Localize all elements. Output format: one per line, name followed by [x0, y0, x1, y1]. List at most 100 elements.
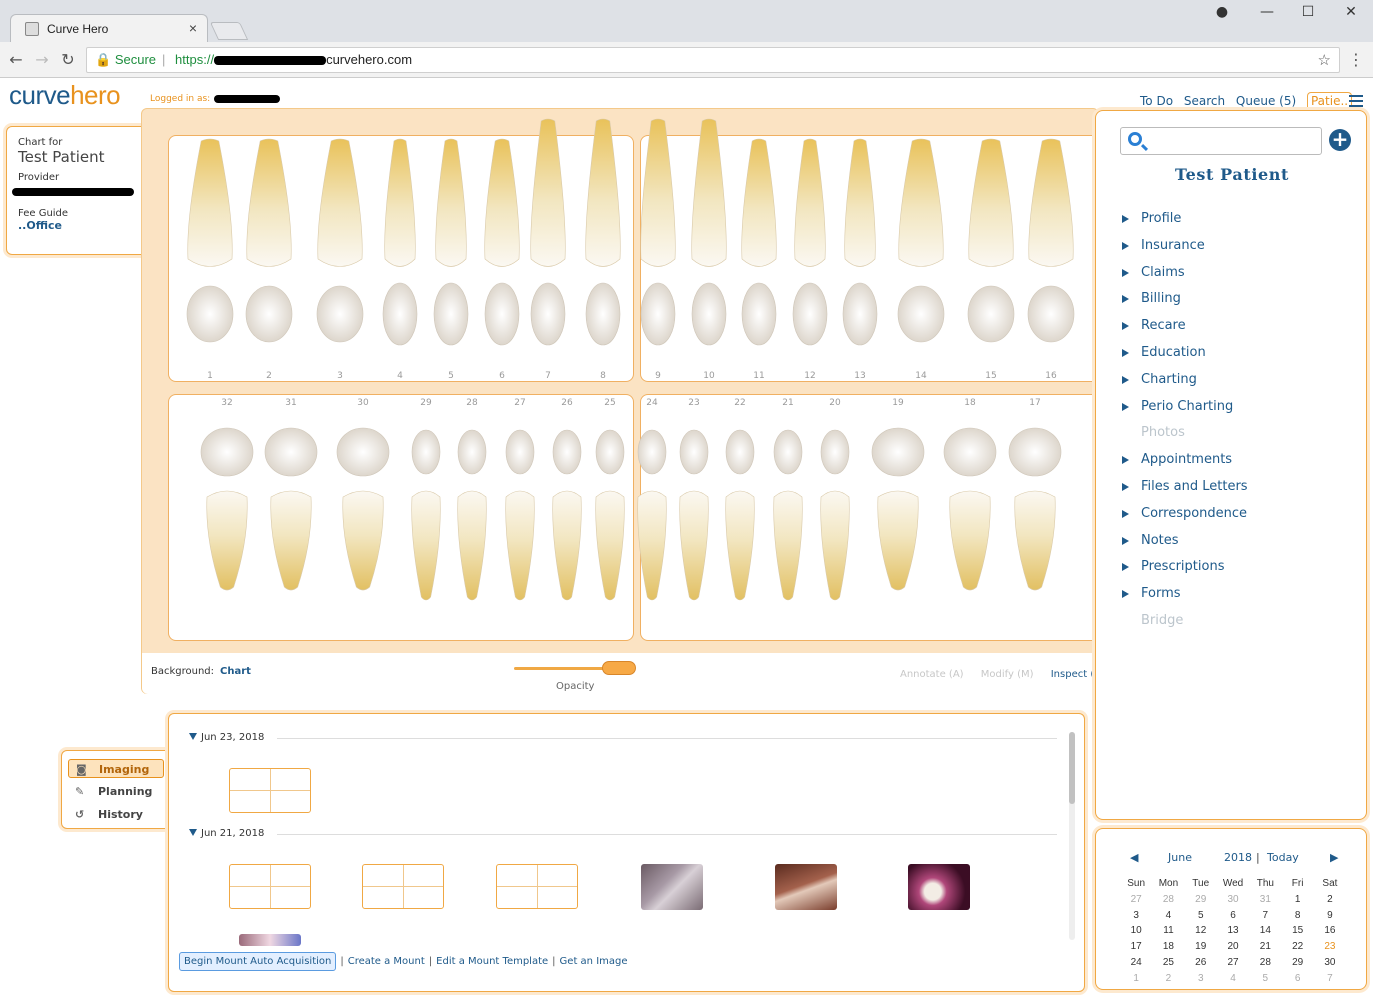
annotate-button[interactable]: Annotate (A)	[900, 669, 964, 680]
scrollbar-thumb[interactable]	[1069, 732, 1075, 804]
lower-tooth-25[interactable]	[595, 490, 625, 601]
date-group-header[interactable]: Jun 21, 2018	[189, 828, 264, 839]
upper-tooth-5[interactable]	[435, 138, 467, 267]
create-mount-link[interactable]: Create a Mount	[348, 956, 425, 967]
lower-tooth-18[interactable]	[949, 490, 991, 591]
close-icon[interactable]: ✕	[1336, 4, 1366, 20]
get-image-link[interactable]: Get an Image	[560, 956, 628, 967]
patient-menu-item[interactable]: Charting	[1120, 372, 1248, 399]
patient-menu-item[interactable]: Bridge	[1120, 613, 1248, 640]
lower-tooth-occlusal-30[interactable]	[336, 427, 390, 477]
upper-tooth-occlusal-2[interactable]	[245, 285, 293, 343]
lower-tooth-occlusal-17[interactable]	[1008, 427, 1062, 477]
patient-menu-item[interactable]: Insurance	[1120, 238, 1248, 265]
tab-imaging[interactable]: ◙ Imaging	[68, 759, 164, 778]
modify-button[interactable]: Modify (M)	[981, 669, 1034, 680]
patient-menu-item[interactable]: Notes	[1120, 533, 1248, 560]
upper-tooth-4[interactable]	[384, 138, 416, 267]
upper-tooth-occlusal-3[interactable]	[316, 285, 364, 343]
reload-icon[interactable]: ↻	[58, 50, 78, 69]
hamburger-menu-icon[interactable]	[1349, 95, 1363, 110]
upper-tooth-occlusal-6[interactable]	[484, 282, 520, 346]
upper-tooth-occlusal-5[interactable]	[433, 282, 469, 346]
prev-month-icon[interactable]: ◀	[1130, 851, 1138, 864]
lower-tooth-occlusal-25[interactable]	[595, 429, 625, 475]
upper-tooth-16[interactable]	[1028, 138, 1074, 267]
lower-tooth-20[interactable]	[820, 490, 850, 601]
mount-thumbnail[interactable]	[229, 768, 311, 813]
minimize-icon[interactable]: —	[1252, 4, 1282, 20]
begin-mount-acquisition-button[interactable]: Begin Mount Auto Acquisition	[179, 952, 337, 971]
upper-tooth-occlusal-10[interactable]	[691, 282, 727, 346]
upper-tooth-occlusal-4[interactable]	[382, 282, 418, 346]
tab-close-icon[interactable]: ×	[189, 20, 197, 36]
lower-tooth-31[interactable]	[270, 490, 312, 591]
new-tab-button[interactable]	[209, 22, 249, 40]
upper-tooth-occlusal-16[interactable]	[1027, 285, 1075, 343]
lower-tooth-22[interactable]	[725, 490, 755, 601]
upper-tooth-13[interactable]	[844, 138, 876, 267]
opacity-slider-track[interactable]	[514, 667, 614, 670]
back-icon[interactable]: ←	[6, 50, 26, 69]
upper-tooth-9[interactable]	[640, 118, 676, 267]
calendar-day[interactable]: 4	[1217, 973, 1249, 984]
lower-tooth-occlusal-29[interactable]	[411, 429, 441, 475]
calendar-day[interactable]: 7	[1314, 973, 1346, 984]
lower-tooth-19[interactable]	[877, 490, 919, 591]
lower-tooth-occlusal-27[interactable]	[505, 429, 535, 475]
patient-menu-item[interactable]: Perio Charting	[1120, 399, 1248, 426]
date-group-header[interactable]: Jun 23, 2018	[189, 732, 264, 743]
lower-tooth-32[interactable]	[206, 490, 248, 591]
nav-todo[interactable]: To Do	[1140, 94, 1173, 108]
lower-tooth-occlusal-20[interactable]	[820, 429, 850, 475]
calendar-day[interactable]: 2	[1152, 973, 1184, 984]
calendar-day[interactable]: 1	[1120, 973, 1152, 984]
upper-tooth-3[interactable]	[317, 138, 363, 267]
upper-tooth-occlusal-11[interactable]	[741, 282, 777, 346]
patient-menu-item[interactable]: Appointments	[1120, 452, 1248, 479]
image-thumbnail[interactable]	[775, 864, 837, 910]
upper-tooth-occlusal-12[interactable]	[792, 282, 828, 346]
upper-tooth-occlusal-8[interactable]	[585, 282, 621, 346]
lower-tooth-occlusal-32[interactable]	[200, 427, 254, 477]
lower-tooth-17[interactable]	[1014, 490, 1056, 591]
patient-menu-item[interactable]: Billing	[1120, 291, 1248, 318]
upper-tooth-occlusal-9[interactable]	[640, 282, 676, 346]
account-icon[interactable]: ●	[1207, 4, 1237, 20]
lower-tooth-26[interactable]	[552, 490, 582, 601]
calendar-year[interactable]: 2018	[1224, 851, 1252, 864]
patient-search-input[interactable]	[1120, 127, 1322, 155]
lower-tooth-30[interactable]	[342, 490, 384, 591]
imaging-scrollbar[interactable]	[1069, 732, 1075, 940]
lower-tooth-28[interactable]	[457, 490, 487, 601]
star-icon[interactable]: ☆	[1318, 51, 1331, 69]
next-month-icon[interactable]: ▶	[1330, 851, 1338, 864]
kebab-icon[interactable]: ⋮	[1348, 50, 1364, 69]
forward-icon[interactable]: →	[32, 50, 52, 69]
tab-history[interactable]: ↺ History	[68, 805, 164, 824]
nav-patient[interactable]: Patie..	[1306, 92, 1353, 109]
lower-tooth-23[interactable]	[679, 490, 709, 601]
opacity-slider-handle[interactable]	[602, 661, 636, 675]
lower-tooth-occlusal-21[interactable]	[773, 429, 803, 475]
upper-tooth-8[interactable]	[585, 118, 621, 267]
lower-tooth-occlusal-28[interactable]	[457, 429, 487, 475]
patient-menu-item[interactable]: Recare	[1120, 318, 1248, 345]
edit-mount-template-link[interactable]: Edit a Mount Template	[436, 956, 548, 967]
background-value[interactable]: Chart	[220, 666, 251, 677]
mount-thumbnail[interactable]	[496, 864, 578, 909]
calendar-month[interactable]: June	[1168, 851, 1192, 864]
address-bar[interactable]: 🔒 Secure | https://curvehero.com ☆	[86, 47, 1340, 73]
upper-tooth-2[interactable]	[246, 138, 292, 267]
upper-tooth-1[interactable]	[187, 138, 233, 267]
nav-search[interactable]: Search	[1184, 94, 1225, 108]
upper-tooth-7[interactable]	[530, 118, 566, 267]
upper-tooth-occlusal-13[interactable]	[842, 282, 878, 346]
calendar-day[interactable]: 3	[1185, 973, 1217, 984]
patient-menu-item[interactable]: Claims	[1120, 265, 1248, 292]
upper-tooth-6[interactable]	[484, 138, 520, 267]
lower-tooth-occlusal-24[interactable]	[637, 429, 667, 475]
upper-tooth-occlusal-7[interactable]	[530, 282, 566, 346]
lower-tooth-occlusal-22[interactable]	[725, 429, 755, 475]
patient-menu-item[interactable]: Correspondence	[1120, 506, 1248, 533]
